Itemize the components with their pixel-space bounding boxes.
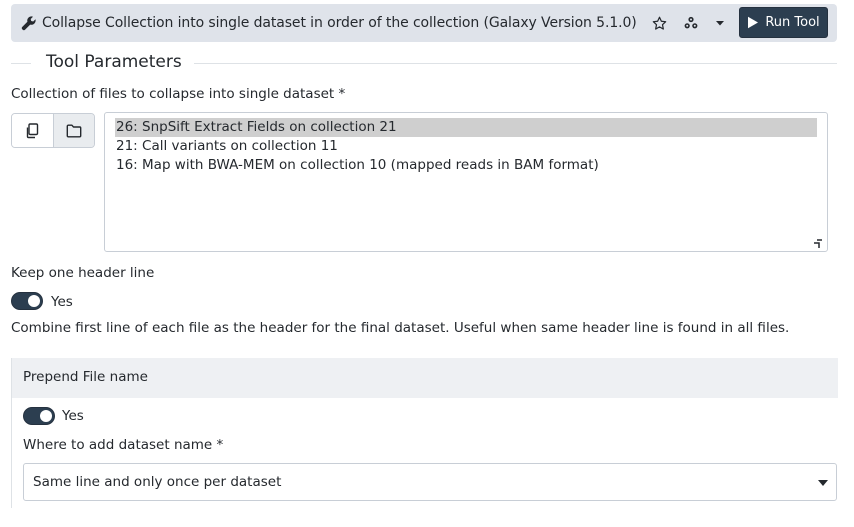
prepend-toggle[interactable] bbox=[23, 407, 55, 425]
keep-header-help: Combine first line of each file as the h… bbox=[11, 320, 790, 336]
collection-option[interactable]: 16: Map with BWA-MEM on collection 10 (m… bbox=[115, 156, 817, 175]
run-tool-button[interactable]: Run Tool bbox=[739, 7, 828, 38]
collection-option[interactable]: 21: Call variants on collection 11 bbox=[115, 137, 817, 156]
browse-button[interactable] bbox=[52, 114, 94, 147]
tool-title: Collapse Collection into single dataset … bbox=[42, 15, 637, 31]
toggle-knob bbox=[40, 410, 52, 422]
tool-parameters-heading: Tool Parameters bbox=[11, 52, 837, 74]
caret-down-icon bbox=[818, 480, 828, 486]
where-select[interactable]: Same line and only once per dataset bbox=[23, 463, 837, 501]
play-icon bbox=[747, 16, 759, 29]
run-tool-label: Run Tool bbox=[765, 15, 820, 30]
divider bbox=[194, 63, 837, 64]
resize-handle-icon[interactable] bbox=[813, 237, 823, 248]
keep-header-label: Keep one header line bbox=[11, 265, 155, 281]
copy-icon bbox=[25, 122, 39, 139]
section-title: Tool Parameters bbox=[46, 52, 182, 72]
keep-header-toggle[interactable] bbox=[11, 292, 43, 310]
star-icon[interactable] bbox=[651, 15, 667, 31]
wrench-icon bbox=[21, 15, 37, 31]
source-button-group bbox=[11, 113, 95, 148]
where-select-value: Same line and only once per dataset bbox=[33, 474, 282, 490]
collection-option[interactable]: 26: SnpSift Extract Fields on collection… bbox=[115, 118, 817, 137]
where-label: Where to add dataset name * bbox=[23, 437, 224, 453]
caret-down-icon[interactable] bbox=[712, 15, 728, 31]
toggle-knob bbox=[28, 295, 40, 307]
collection-select[interactable]: 26: SnpSift Extract Fields on collection… bbox=[104, 112, 828, 252]
tool-header: Collapse Collection into single dataset … bbox=[11, 4, 837, 42]
folder-icon bbox=[66, 124, 82, 138]
panel-header[interactable]: Prepend File name bbox=[12, 358, 838, 398]
divider bbox=[11, 63, 31, 64]
panel-title: Prepend File name bbox=[23, 369, 148, 385]
keep-header-toggle-label: Yes bbox=[51, 294, 73, 310]
copy-button[interactable] bbox=[12, 114, 53, 147]
prepend-toggle-label: Yes bbox=[62, 408, 84, 424]
collection-label: Collection of files to collapse into sin… bbox=[11, 86, 346, 102]
share-icon[interactable] bbox=[683, 15, 699, 31]
